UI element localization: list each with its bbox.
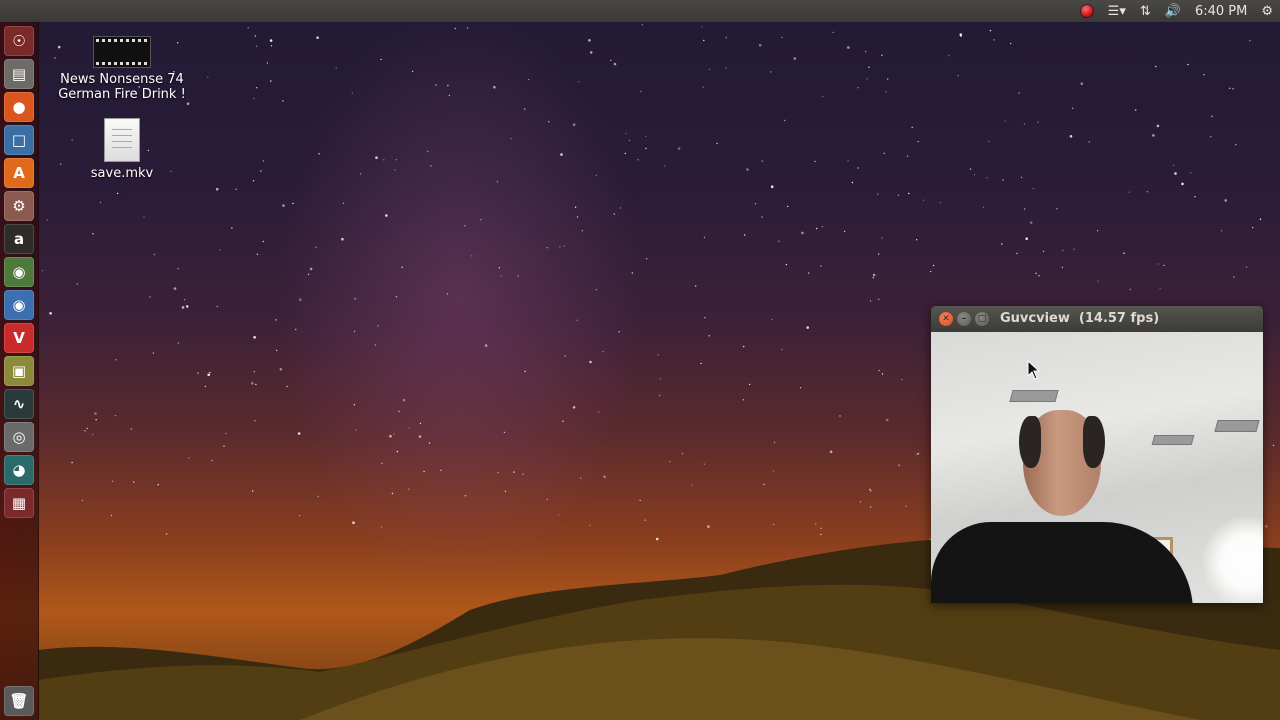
desktop-icon-save-mkv[interactable]: save.mkv — [57, 118, 187, 181]
mouse-cursor-icon — [1027, 360, 1041, 380]
clock[interactable]: 6:40 PM — [1188, 0, 1254, 22]
ubuntu-logo-icon[interactable]: ☉ — [4, 26, 34, 56]
launcher: ☉ ▤ ● □ A ⚙ a ◉ ◉ V ▣ ∿ ◎ ◕ ▦ 🗑 — [0, 22, 39, 720]
desktop-icon-label: German Fire Drink ! — [58, 87, 186, 102]
window-title: Guvcview (14.57 fps) — [1000, 311, 1160, 326]
trash-icon[interactable]: 🗑 — [4, 686, 34, 716]
video-file-icon — [93, 36, 151, 68]
wrench-gear-icon[interactable]: ⚙ — [4, 191, 34, 221]
vivaldi-icon[interactable]: V — [4, 323, 34, 353]
top-panel: ☰▾ ⇅ 🔊 6:40 PM ⚙ — [0, 0, 1280, 22]
menu-icon[interactable]: ☰▾ — [1101, 0, 1133, 22]
desktop-icon-video[interactable]: News Nonsense 74 German Fire Drink ! — [57, 36, 187, 102]
webcam-preview — [931, 332, 1263, 603]
webcam-icon[interactable]: ◎ — [4, 422, 34, 452]
file-cabinet-icon[interactable]: ▤ — [4, 59, 34, 89]
chromium-icon[interactable]: ◉ — [4, 290, 34, 320]
desktop-icon-label: save.mkv — [90, 166, 154, 181]
firefox-icon[interactable]: ● — [4, 92, 34, 122]
workspace-icon[interactable]: ▦ — [4, 488, 34, 518]
archive-icon[interactable]: ▣ — [4, 356, 34, 386]
window-titlebar[interactable]: ✕ – □ Guvcview (14.57 fps) — [931, 306, 1263, 332]
minimize-icon[interactable]: – — [957, 312, 971, 326]
record-indicator-icon[interactable] — [1073, 0, 1101, 22]
globe-icon[interactable]: ◕ — [4, 455, 34, 485]
volume-icon[interactable]: 🔊 — [1158, 0, 1188, 22]
amazon-icon[interactable]: a — [4, 224, 34, 254]
monitor-icon[interactable]: ∿ — [4, 389, 34, 419]
person-torso — [931, 522, 1193, 603]
chrome-icon[interactable]: ◉ — [4, 257, 34, 287]
close-icon[interactable]: ✕ — [939, 312, 953, 326]
gear-icon[interactable]: ⚙ — [1254, 0, 1280, 22]
text-file-icon — [104, 118, 140, 162]
document-icon[interactable]: □ — [4, 125, 34, 155]
guvcview-window[interactable]: ✕ – □ Guvcview (14.57 fps) — [931, 306, 1263, 603]
shopping-bag-icon[interactable]: A — [4, 158, 34, 188]
maximize-icon[interactable]: □ — [975, 312, 989, 326]
network-icon[interactable]: ⇅ — [1133, 0, 1158, 22]
desktop-icon-label: News Nonsense 74 — [60, 72, 184, 87]
system-tray: ☰▾ ⇅ 🔊 6:40 PM ⚙ — [1073, 0, 1280, 22]
